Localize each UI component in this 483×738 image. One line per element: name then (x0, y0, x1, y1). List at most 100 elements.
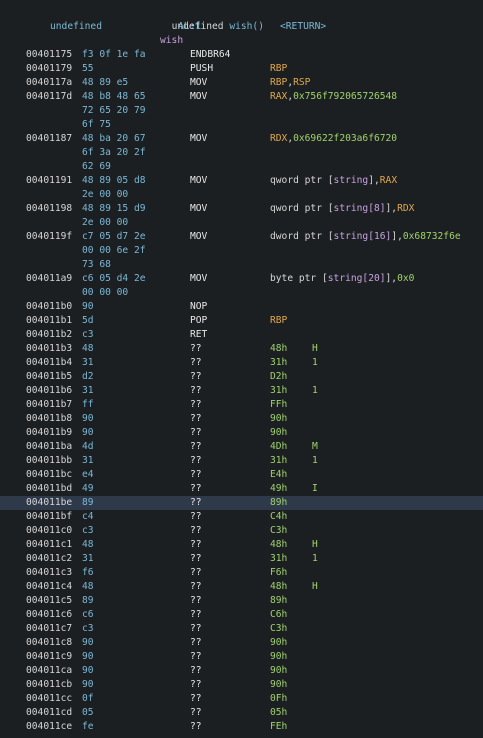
register-operand[interactable]: RSP (293, 77, 310, 88)
instruction-operands[interactable]: qword ptr [string],RAX (270, 174, 397, 188)
instruction-row[interactable]: 004011b3 48?? 48h H (0, 342, 483, 356)
instruction-mnemonic[interactable]: ?? (190, 356, 202, 370)
data-value[interactable]: 90h (270, 650, 287, 664)
instruction-address[interactable]: 004011c9 (26, 650, 72, 664)
instruction-mnemonic[interactable]: ?? (190, 370, 202, 384)
data-value[interactable]: 4Dh (270, 440, 287, 454)
instruction-address[interactable]: 004011bd (26, 482, 72, 496)
instruction-mnemonic[interactable]: ?? (190, 636, 202, 650)
instruction-address[interactable]: 004011bc (26, 468, 72, 482)
data-value[interactable]: 90h (270, 412, 287, 426)
instruction-address[interactable]: 004011b0 (26, 300, 72, 314)
instruction-address[interactable]: 004011ce (26, 720, 72, 734)
instruction-mnemonic[interactable]: ?? (190, 580, 202, 594)
instruction-mnemonic[interactable]: MOV (190, 132, 207, 146)
instruction-row[interactable]: 004011c1 48?? 48h H (0, 538, 483, 552)
data-value[interactable]: 48h (270, 342, 287, 356)
instruction-row[interactable]: 004011b8 90?? 90h (0, 412, 483, 426)
instruction-row[interactable]: 0040117a 48 89 e5 MOV RBP,RSP (0, 76, 483, 90)
immediate-operand[interactable]: 0x756f792065726548 (293, 91, 397, 102)
instruction-mnemonic[interactable]: MOV (190, 272, 207, 286)
instruction-address[interactable]: 004011b3 (26, 342, 72, 356)
instruction-address[interactable]: 004011cc (26, 692, 72, 706)
instruction-address[interactable]: 004011ba (26, 440, 72, 454)
instruction-mnemonic[interactable]: ?? (190, 440, 202, 454)
instruction-row[interactable]: 004011b6 31?? 31h 1 (0, 384, 483, 398)
instruction-address[interactable]: 004011c7 (26, 622, 72, 636)
data-value[interactable]: 31h (270, 384, 287, 398)
instruction-address[interactable]: 004011cd (26, 706, 72, 720)
instruction-row[interactable]: 004011c7 c3?? C3h (0, 622, 483, 636)
instruction-row[interactable]: 004011ce fe?? FEh (0, 720, 483, 734)
data-value[interactable]: C3h (270, 524, 287, 538)
instruction-operands[interactable]: RAX,0x756f792065726548 (270, 90, 397, 104)
instruction-row[interactable]: 0040119f c7 05 d7 2e MOV dword ptr [string[… (0, 230, 483, 244)
register-operand[interactable]: RBP (270, 315, 287, 326)
instruction-mnemonic[interactable]: NOP (190, 300, 207, 314)
instruction-address[interactable]: 0040117a (26, 76, 72, 90)
instruction-mnemonic[interactable]: MOV (190, 174, 207, 188)
data-value[interactable]: E4h (270, 468, 287, 482)
instruction-row[interactable]: 004011cb 90?? 90h (0, 678, 483, 692)
immediate-operand[interactable]: 0x0 (397, 273, 414, 284)
instruction-mnemonic[interactable]: ?? (190, 664, 202, 678)
instruction-mnemonic[interactable]: ?? (190, 692, 202, 706)
instruction-address[interactable]: 004011b6 (26, 384, 72, 398)
register-operand[interactable]: RDX (397, 203, 414, 214)
instruction-row[interactable]: 004011c4 48?? 48h H (0, 580, 483, 594)
instruction-row[interactable]: 004011bb 31?? 31h 1 (0, 454, 483, 468)
instruction-operands[interactable]: RBP (270, 62, 287, 76)
instruction-mnemonic[interactable]: ?? (190, 608, 202, 622)
label-operand[interactable]: string[16] (334, 231, 392, 242)
instruction-row[interactable]: 00401179 55 PUSH RBP (0, 62, 483, 76)
instruction-address[interactable]: 004011b9 (26, 426, 72, 440)
instruction-mnemonic[interactable]: ?? (190, 622, 202, 636)
instruction-address[interactable]: 004011c2 (26, 552, 72, 566)
data-value[interactable]: 49h (270, 482, 287, 496)
data-value[interactable]: 90h (270, 636, 287, 650)
data-value[interactable]: 0Fh (270, 692, 287, 706)
instruction-row[interactable]: 00401191 48 89 05 d8 MOV qword ptr [string]… (0, 174, 483, 188)
data-value[interactable]: FFh (270, 398, 287, 412)
instruction-mnemonic[interactable]: ?? (190, 650, 202, 664)
instruction-operands[interactable]: RBP,RSP (270, 76, 310, 90)
immediate-operand[interactable]: 0x69622f203a6f6720 (293, 133, 397, 144)
instruction-address[interactable]: 004011b8 (26, 412, 72, 426)
instruction-row[interactable]: 004011c2 31?? 31h 1 (0, 552, 483, 566)
register-operand[interactable]: RAX (270, 91, 287, 102)
instruction-row[interactable]: 004011c5 89?? 89h (0, 594, 483, 608)
data-value[interactable]: 31h (270, 552, 287, 566)
register-operand[interactable]: RBP (270, 63, 287, 74)
instruction-mnemonic[interactable]: ?? (190, 342, 202, 356)
instruction-operands[interactable]: byte ptr [string[20]],0x0 (270, 272, 414, 286)
instruction-row[interactable]: 004011b9 90?? 90h (0, 426, 483, 440)
instruction-mnemonic[interactable]: ?? (190, 482, 202, 496)
instruction-mnemonic[interactable]: ?? (190, 412, 202, 426)
instruction-address[interactable]: 00401187 (26, 132, 72, 146)
instruction-mnemonic[interactable]: ?? (190, 706, 202, 720)
instruction-address[interactable]: 004011b7 (26, 398, 72, 412)
instruction-mnemonic[interactable]: ?? (190, 426, 202, 440)
instruction-address[interactable]: 004011ca (26, 664, 72, 678)
data-value[interactable]: 89h (270, 594, 287, 608)
label-operand[interactable]: string[20] (328, 273, 386, 284)
instruction-address[interactable]: 00401179 (26, 62, 72, 76)
instruction-mnemonic[interactable]: ?? (190, 510, 202, 524)
instruction-mnemonic[interactable]: MOV (190, 230, 207, 244)
instruction-mnemonic[interactable]: POP (190, 314, 207, 328)
instruction-row[interactable]: 004011bd 49?? 49h I (0, 482, 483, 496)
signature-function-name[interactable]: wish() (229, 21, 264, 32)
instruction-row[interactable]: 004011b0 90 NOP (0, 300, 483, 314)
data-value[interactable]: 05h (270, 706, 287, 720)
instruction-row[interactable]: 0040117d 48 b8 48 65 MOV RAX,0x756f79206572… (0, 90, 483, 104)
instruction-address[interactable]: 00401198 (26, 202, 72, 216)
instruction-row[interactable]: 004011cc 0f?? 0Fh (0, 692, 483, 706)
register-operand[interactable]: RAX (380, 175, 397, 186)
instruction-operands[interactable]: RBP (270, 314, 287, 328)
instruction-mnemonic[interactable]: ?? (190, 552, 202, 566)
data-value[interactable]: 89h (270, 496, 287, 510)
instruction-mnemonic[interactable]: ?? (190, 384, 202, 398)
instruction-mnemonic[interactable]: ?? (190, 566, 202, 580)
instruction-row[interactable]: 004011ba 4d?? 4Dh M (0, 440, 483, 454)
data-value[interactable]: F6h (270, 566, 287, 580)
